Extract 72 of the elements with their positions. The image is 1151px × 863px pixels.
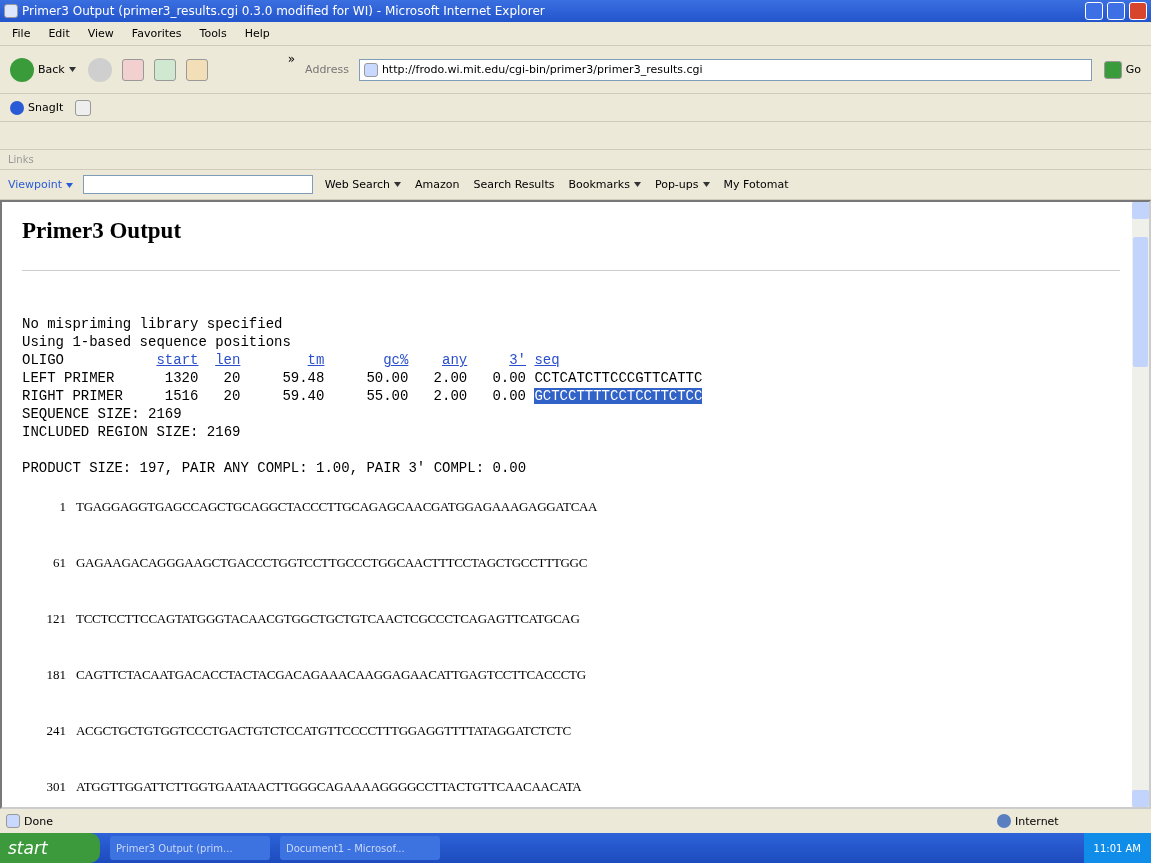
column-header-link[interactable]: gc% (332, 351, 409, 369)
product-text: PRODUCT SIZE: 197, PAIR ANY COMPL: 1.00, PAIR 3' COMPL: 0.00 (22, 459, 528, 477)
column-header-link[interactable]: tm (248, 351, 325, 369)
back-button[interactable]: Back (8, 55, 78, 84)
address-label: Address (305, 63, 349, 76)
menu-item[interactable]: File (8, 25, 35, 42)
table-cell-text: 20 (222, 387, 241, 405)
table-cell-text: LEFT PRIMER (22, 369, 116, 387)
caret-icon (68, 67, 76, 72)
column-header-link[interactable]: seq (534, 351, 720, 369)
menu-item[interactable]: View (83, 25, 118, 42)
sequence-text: ACGCTGCTGTGGTCCCTGACTGTCTCCATGTTCCCCTTTGGAGGTTTTATAGGATCTCTC (76, 723, 571, 739)
table-cell-text: 2.00 (432, 369, 468, 387)
table-cell-text: 55.00 (365, 387, 409, 405)
table-cell-text: 20 (222, 369, 241, 387)
table-cell-text: 50.00 (365, 369, 409, 387)
toolbar-button[interactable]: Amazon (412, 176, 462, 193)
position-number: 301 (45, 779, 66, 795)
clock-text: 11:01 AM (1093, 842, 1141, 854)
viewpoint-button[interactable]: Viewpoint (8, 178, 73, 191)
page-heading: Primer3 Output (22, 218, 183, 244)
zone-text: Internet (1015, 814, 1060, 828)
column-header-link[interactable]: len (206, 351, 241, 369)
toolbar-button[interactable]: Pop-ups (652, 176, 712, 193)
position-number: 1 (58, 499, 66, 515)
column-header-link[interactable]: any (416, 351, 468, 369)
sequence-text: TGAGGAGGTGAGCCAGCTGCAGGCTACCCTTGCAGAGCAACGATGGAGAAAGAGGATCAA (76, 499, 598, 515)
toolbar-button[interactable]: My Fotomat (721, 176, 791, 193)
sequence-text: ATGGTTGGATTCTTGGTGAATAACTTGGGCAGAAAAGGGGCCTTACTGTTCAACAACATA (76, 779, 582, 795)
menu-item[interactable]: Favorites (127, 25, 186, 42)
maximize-button[interactable] (1107, 2, 1125, 20)
sequence-text: GAGAAGACAGGGAAGCTGACCCTGGTCCTTGCCCTGGCAACTTTCCTAGCTGCCTTTGGC (76, 555, 588, 571)
column-header-link[interactable]: 3' (475, 351, 526, 369)
close-button[interactable] (1129, 2, 1147, 20)
table-cell-text: 1516 (163, 387, 199, 405)
table-cell-text: 1320 (163, 369, 199, 387)
position-number: 121 (45, 611, 66, 627)
table-cell-text: RIGHT PRIMER (22, 387, 124, 405)
go-button[interactable]: Go (1101, 58, 1143, 81)
minimize-button[interactable] (1085, 2, 1103, 20)
position-number: 61 (52, 555, 66, 571)
primer-sequence: GCTCCTTTTCCTCCTTCTCC (534, 388, 703, 404)
column-header-link[interactable]: start (156, 351, 199, 369)
toolbar-button[interactable]: Web Search (322, 176, 403, 193)
window-title: Primer3 Output (primer3_results.cgi 0.3.0 modified for WI) - Microsoft Internet Explorer (22, 4, 546, 18)
menu-item[interactable]: Edit (44, 25, 74, 42)
size-text: SEQUENCE SIZE: 2169 (22, 405, 183, 423)
table-cell-text: 0.00 (491, 369, 526, 387)
toolbar-button[interactable]: Search Results (471, 176, 557, 193)
toolbar-button[interactable]: Bookmarks (566, 176, 643, 193)
note-text: No mispriming library specified (22, 315, 284, 333)
address-field[interactable]: http://frodo.wi.mit.edu/cgi-bin/primer3/primer3_results.cgi (358, 58, 1092, 81)
search-field[interactable] (82, 175, 313, 194)
status-text: Done (24, 814, 53, 828)
sequence-text: TCCTCCTTCCAGTATGGGTACAACGTGGCTGCTGTCAACTCGCCCTCAGAGTTCATGCAG (76, 611, 580, 627)
caret-icon (65, 183, 73, 188)
sequence-text: CAGTTCTACAATGACACCTACTACGACAGAAACAAGGAGAACATTGAGTCCTTCACCCTG (76, 667, 586, 683)
menu-item[interactable]: Tools (195, 25, 231, 42)
start-button[interactable]: start (0, 833, 100, 863)
primer-sequence: CCTCATCTTCCCGTTCATTC (534, 370, 703, 386)
column-header: OLIGO (22, 351, 65, 369)
table-cell-text: 2.00 (432, 387, 468, 405)
table-cell-text: 59.40 (281, 387, 325, 405)
position-number: 181 (45, 667, 66, 683)
note-text: Using 1-based sequence positions (22, 333, 292, 351)
chevron-icon[interactable]: » (287, 52, 296, 66)
size-text: INCLUDED REGION SIZE: 2169 (22, 423, 242, 441)
snagit-button[interactable]: SnagIt (8, 98, 66, 117)
position-number: 241 (45, 723, 66, 739)
table-cell-text: 0.00 (491, 387, 526, 405)
menu-item[interactable]: Help (240, 25, 274, 42)
table-cell-text: 59.48 (281, 369, 325, 387)
